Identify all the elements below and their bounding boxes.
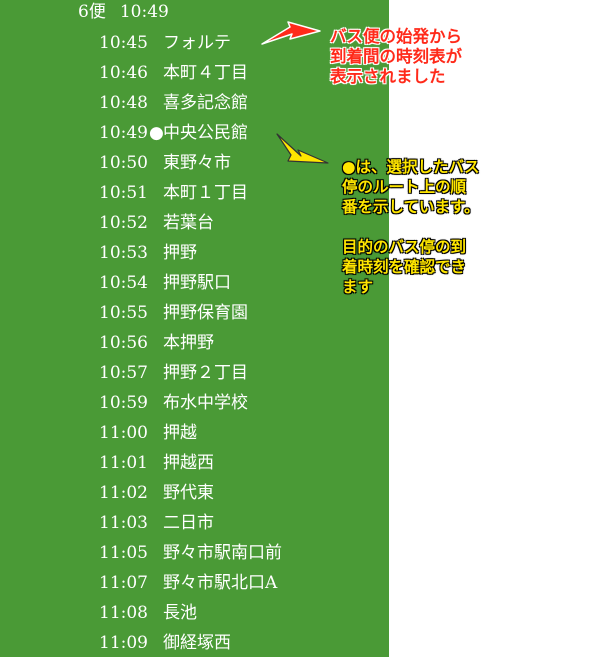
yellow-annotation-note: ●は、選択したバス 停のルート上の順 番を示しています。 目的のバス停の到 着時刻を確認… — [342, 157, 480, 297]
annotation-line: 表示されました — [330, 67, 446, 86]
red-arrow-icon — [261, 21, 321, 45]
annotation-line: 着時刻を確認でき — [342, 258, 467, 276]
annotation-line: 目的のバス停の到 — [342, 238, 467, 256]
annotation-arrows — [261, 21, 329, 164]
annotation-line: 到着間の時刻表が — [330, 47, 462, 66]
yellow-arrow-icon — [276, 133, 329, 164]
red-annotation-note: バス便の始発から 到着間の時刻表が 表示されました — [330, 27, 462, 87]
annotation-line: ●は、選択したバス — [342, 158, 480, 176]
annotation-line — [342, 217, 480, 237]
annotation-line: 番を示しています。 — [342, 198, 480, 216]
annotation-line: 停のルート上の順 — [342, 178, 467, 196]
annotation-line: ます — [342, 278, 374, 296]
annotation-line: バス便の始発から — [330, 27, 462, 46]
